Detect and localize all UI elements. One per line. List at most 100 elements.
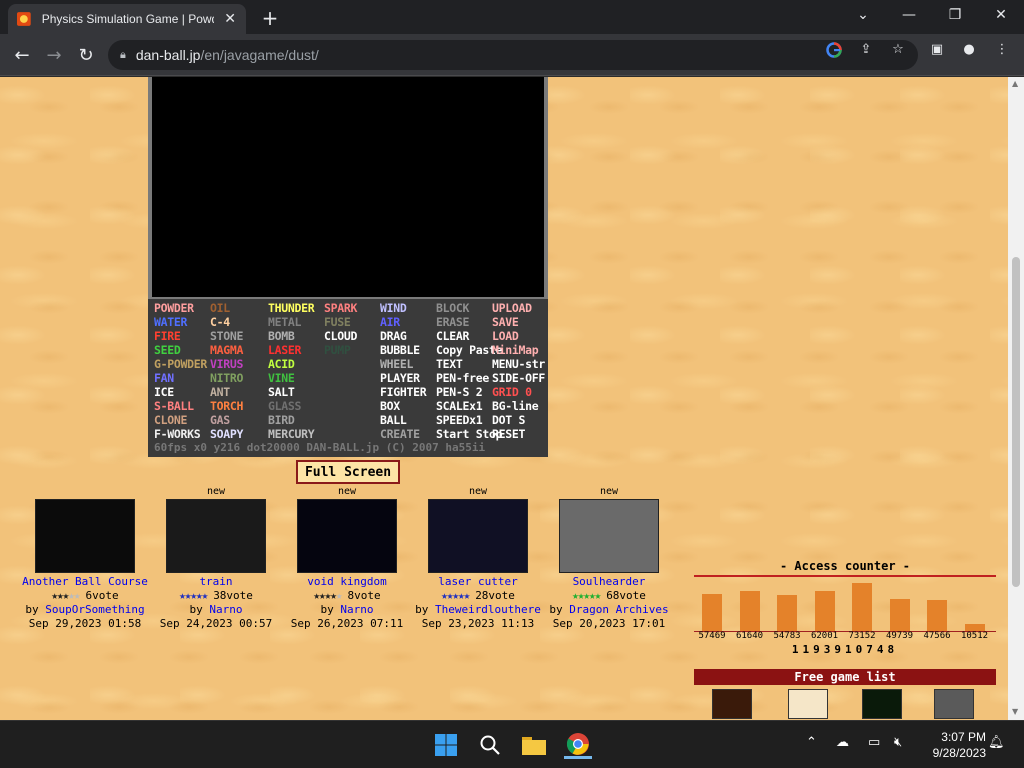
panel-button-ice[interactable]: ICE [154, 385, 174, 399]
notification-bell-icon[interactable]: 🔔︎ [988, 735, 1005, 750]
scroll-up-arrow-icon[interactable]: ▲ [1012, 79, 1018, 88]
tab-search-chevron-icon[interactable]: ⌄ [840, 0, 886, 30]
panel-button-player[interactable]: PLAYER [380, 371, 420, 385]
panel-button-magma[interactable]: MAGMA [210, 343, 243, 357]
panel-button-wind[interactable]: WIND [380, 301, 407, 315]
network-monitor-icon[interactable]: ▭ [868, 735, 880, 750]
upload-thumbnail[interactable] [35, 499, 135, 573]
side-panel-icon[interactable]: ▣ [929, 42, 945, 58]
panel-button-pen-free[interactable]: PEN-free [436, 371, 489, 385]
panel-button-reset[interactable]: RESET [492, 427, 525, 441]
minimize-button[interactable]: — [886, 0, 932, 30]
page-scrollbar[interactable]: ▲ ▼ [1008, 77, 1024, 720]
panel-button-glass[interactable]: GLASS [268, 399, 301, 413]
onedrive-cloud-icon[interactable]: ☁ [836, 735, 849, 750]
free-game-thumb[interactable] [712, 689, 752, 719]
panel-button-mercury[interactable]: MERCURY [268, 427, 315, 441]
panel-button-erase[interactable]: ERASE [436, 315, 469, 329]
panel-button-upload[interactable]: UPLOAD [492, 301, 532, 315]
forward-arrow-icon[interactable]: → [41, 42, 67, 68]
panel-button-metal[interactable]: METAL [268, 315, 301, 329]
panel-button-clone[interactable]: CLONE [154, 413, 187, 427]
panel-button-c-4[interactable]: C-4 [210, 315, 230, 329]
panel-button-speedx1[interactable]: SPEEDx1 [436, 413, 483, 427]
panel-button-bomb[interactable]: BOMB [268, 329, 295, 343]
upload-thumbnail[interactable] [559, 499, 659, 573]
panel-button-s-ball[interactable]: S-BALL [154, 399, 194, 413]
panel-button-block[interactable]: BLOCK [436, 301, 469, 315]
panel-button-thunder[interactable]: THUNDER [268, 301, 315, 315]
reload-icon[interactable]: ↻ [73, 42, 99, 68]
panel-button-minimap[interactable]: MiniMap [492, 343, 539, 357]
panel-button-air[interactable]: AIR [380, 315, 400, 329]
panel-button-torch[interactable]: TORCH [210, 399, 243, 413]
panel-button-menu-str[interactable]: MENU-str [492, 357, 545, 371]
panel-button-load[interactable]: LOAD [492, 329, 519, 343]
panel-button-spark[interactable]: SPARK [324, 301, 357, 315]
scrollbar-thumb[interactable] [1012, 257, 1020, 587]
windows-start-icon[interactable] [432, 731, 460, 759]
volume-muted-icon[interactable]: 🔇︎ [894, 735, 902, 750]
tab-close-icon[interactable]: ✕ [222, 11, 238, 27]
upload-title-link[interactable]: void kingdom [282, 575, 412, 588]
panel-button-seed[interactable]: SEED [154, 343, 181, 357]
panel-button-stone[interactable]: STONE [210, 329, 243, 343]
panel-button-laser[interactable]: LASER [268, 343, 301, 357]
panel-button-bg-line[interactable]: BG-line [492, 399, 539, 413]
back-arrow-icon[interactable]: ← [9, 42, 35, 68]
scroll-down-arrow-icon[interactable]: ▼ [1012, 707, 1018, 716]
upload-title-link[interactable]: Another Ball Course [20, 575, 150, 588]
free-game-thumb[interactable] [788, 689, 828, 719]
panel-button-oil[interactable]: OIL [210, 301, 230, 315]
close-window-button[interactable]: ✕ [978, 0, 1024, 30]
panel-button-soapy[interactable]: SOAPY [210, 427, 243, 441]
panel-button-box[interactable]: BOX [380, 399, 400, 413]
panel-button-grid-0[interactable]: GRID 0 [492, 385, 532, 399]
panel-button-virus[interactable]: VIRUS [210, 357, 243, 371]
author-link[interactable]: Narno [209, 603, 242, 616]
panel-button-bird[interactable]: BIRD [268, 413, 295, 427]
upload-title-link[interactable]: Soulhearder [544, 575, 674, 588]
author-link[interactable]: Theweirdlouthere [435, 603, 541, 616]
menu-kebab-icon[interactable]: ⋮ [994, 42, 1010, 58]
search-icon[interactable] [476, 731, 504, 759]
panel-button-water[interactable]: WATER [154, 315, 187, 329]
panel-button-nitro[interactable]: NITRO [210, 371, 243, 385]
new-tab-button[interactable]: + [258, 6, 282, 30]
panel-button-cloud[interactable]: CLOUD [324, 329, 357, 343]
panel-button-side-off[interactable]: SIDE-OFF [492, 371, 545, 385]
free-game-thumb[interactable] [862, 689, 902, 719]
panel-button-vine[interactable]: VINE [268, 371, 295, 385]
panel-button-ant[interactable]: ANT [210, 385, 230, 399]
panel-button-text[interactable]: TEXT [436, 357, 463, 371]
free-game-thumb[interactable] [934, 689, 974, 719]
panel-button-fighter[interactable]: FIGHTER [380, 385, 427, 399]
panel-button-save[interactable]: SAVE [492, 315, 519, 329]
share-icon[interactable]: ⇪ [858, 42, 874, 58]
panel-button-salt[interactable]: SALT [268, 385, 295, 399]
taskbar-clock[interactable]: 3:07 PM 9/28/2023 [920, 729, 986, 761]
author-link[interactable]: Narno [340, 603, 373, 616]
bookmark-star-icon[interactable]: ☆ [890, 42, 906, 58]
panel-button-wheel[interactable]: WHEEL [380, 357, 413, 371]
panel-button-fire[interactable]: FIRE [154, 329, 181, 343]
panel-button-g-powder[interactable]: G-POWDER [154, 357, 207, 371]
upload-thumbnail[interactable] [428, 499, 528, 573]
panel-button-pump[interactable]: PUMP [324, 343, 351, 357]
panel-button-gas[interactable]: GAS [210, 413, 230, 427]
google-lens-icon[interactable] [826, 42, 842, 58]
tray-chevron-up-icon[interactable]: ⌃ [806, 735, 817, 750]
panel-button-bubble[interactable]: BUBBLE [380, 343, 420, 357]
panel-button-drag[interactable]: DRAG [380, 329, 407, 343]
upload-title-link[interactable]: train [151, 575, 281, 588]
browser-tab[interactable]: Physics Simulation Game | Powder Game ✕ [8, 4, 246, 34]
upload-thumbnail[interactable] [297, 499, 397, 573]
panel-button-scalex1[interactable]: SCALEx1 [436, 399, 483, 413]
panel-button-f-works[interactable]: F-WORKS [154, 427, 201, 441]
author-link[interactable]: Dragon Archives [569, 603, 668, 616]
full-screen-button[interactable]: Full Screen [296, 460, 400, 484]
panel-button-fuse[interactable]: FUSE [324, 315, 351, 329]
profile-icon[interactable]: ● [961, 42, 977, 58]
simulation-canvas[interactable] [152, 77, 544, 297]
panel-button-dot-s[interactable]: DOT S [492, 413, 525, 427]
